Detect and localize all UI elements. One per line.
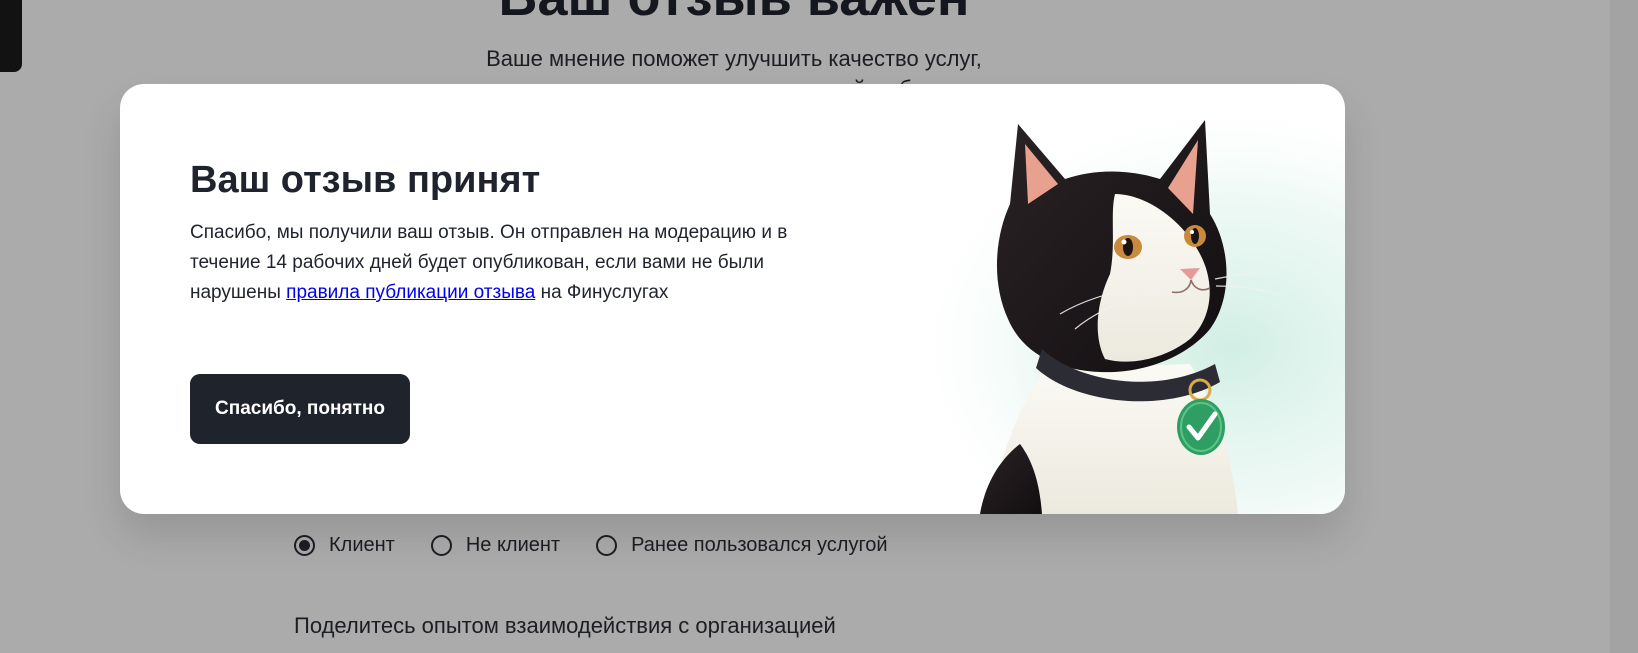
modal-message: Спасибо, мы получили ваш отзыв. Он отпра…: [190, 218, 790, 308]
review-accepted-modal: Ваш отзыв принят Спасибо, мы получили ва…: [120, 84, 1345, 514]
confirm-button[interactable]: Спасибо, понятно: [190, 374, 410, 444]
modal-body: Ваш отзыв принят Спасибо, мы получили ва…: [190, 158, 790, 308]
cat-illustration: [860, 94, 1345, 514]
modal-title: Ваш отзыв принят: [190, 159, 541, 201]
modal-message-text: на Финуслугах: [535, 282, 669, 303]
publication-rules-link[interactable]: правила публикации отзыва: [286, 282, 535, 303]
tag-badge: [1177, 399, 1225, 455]
